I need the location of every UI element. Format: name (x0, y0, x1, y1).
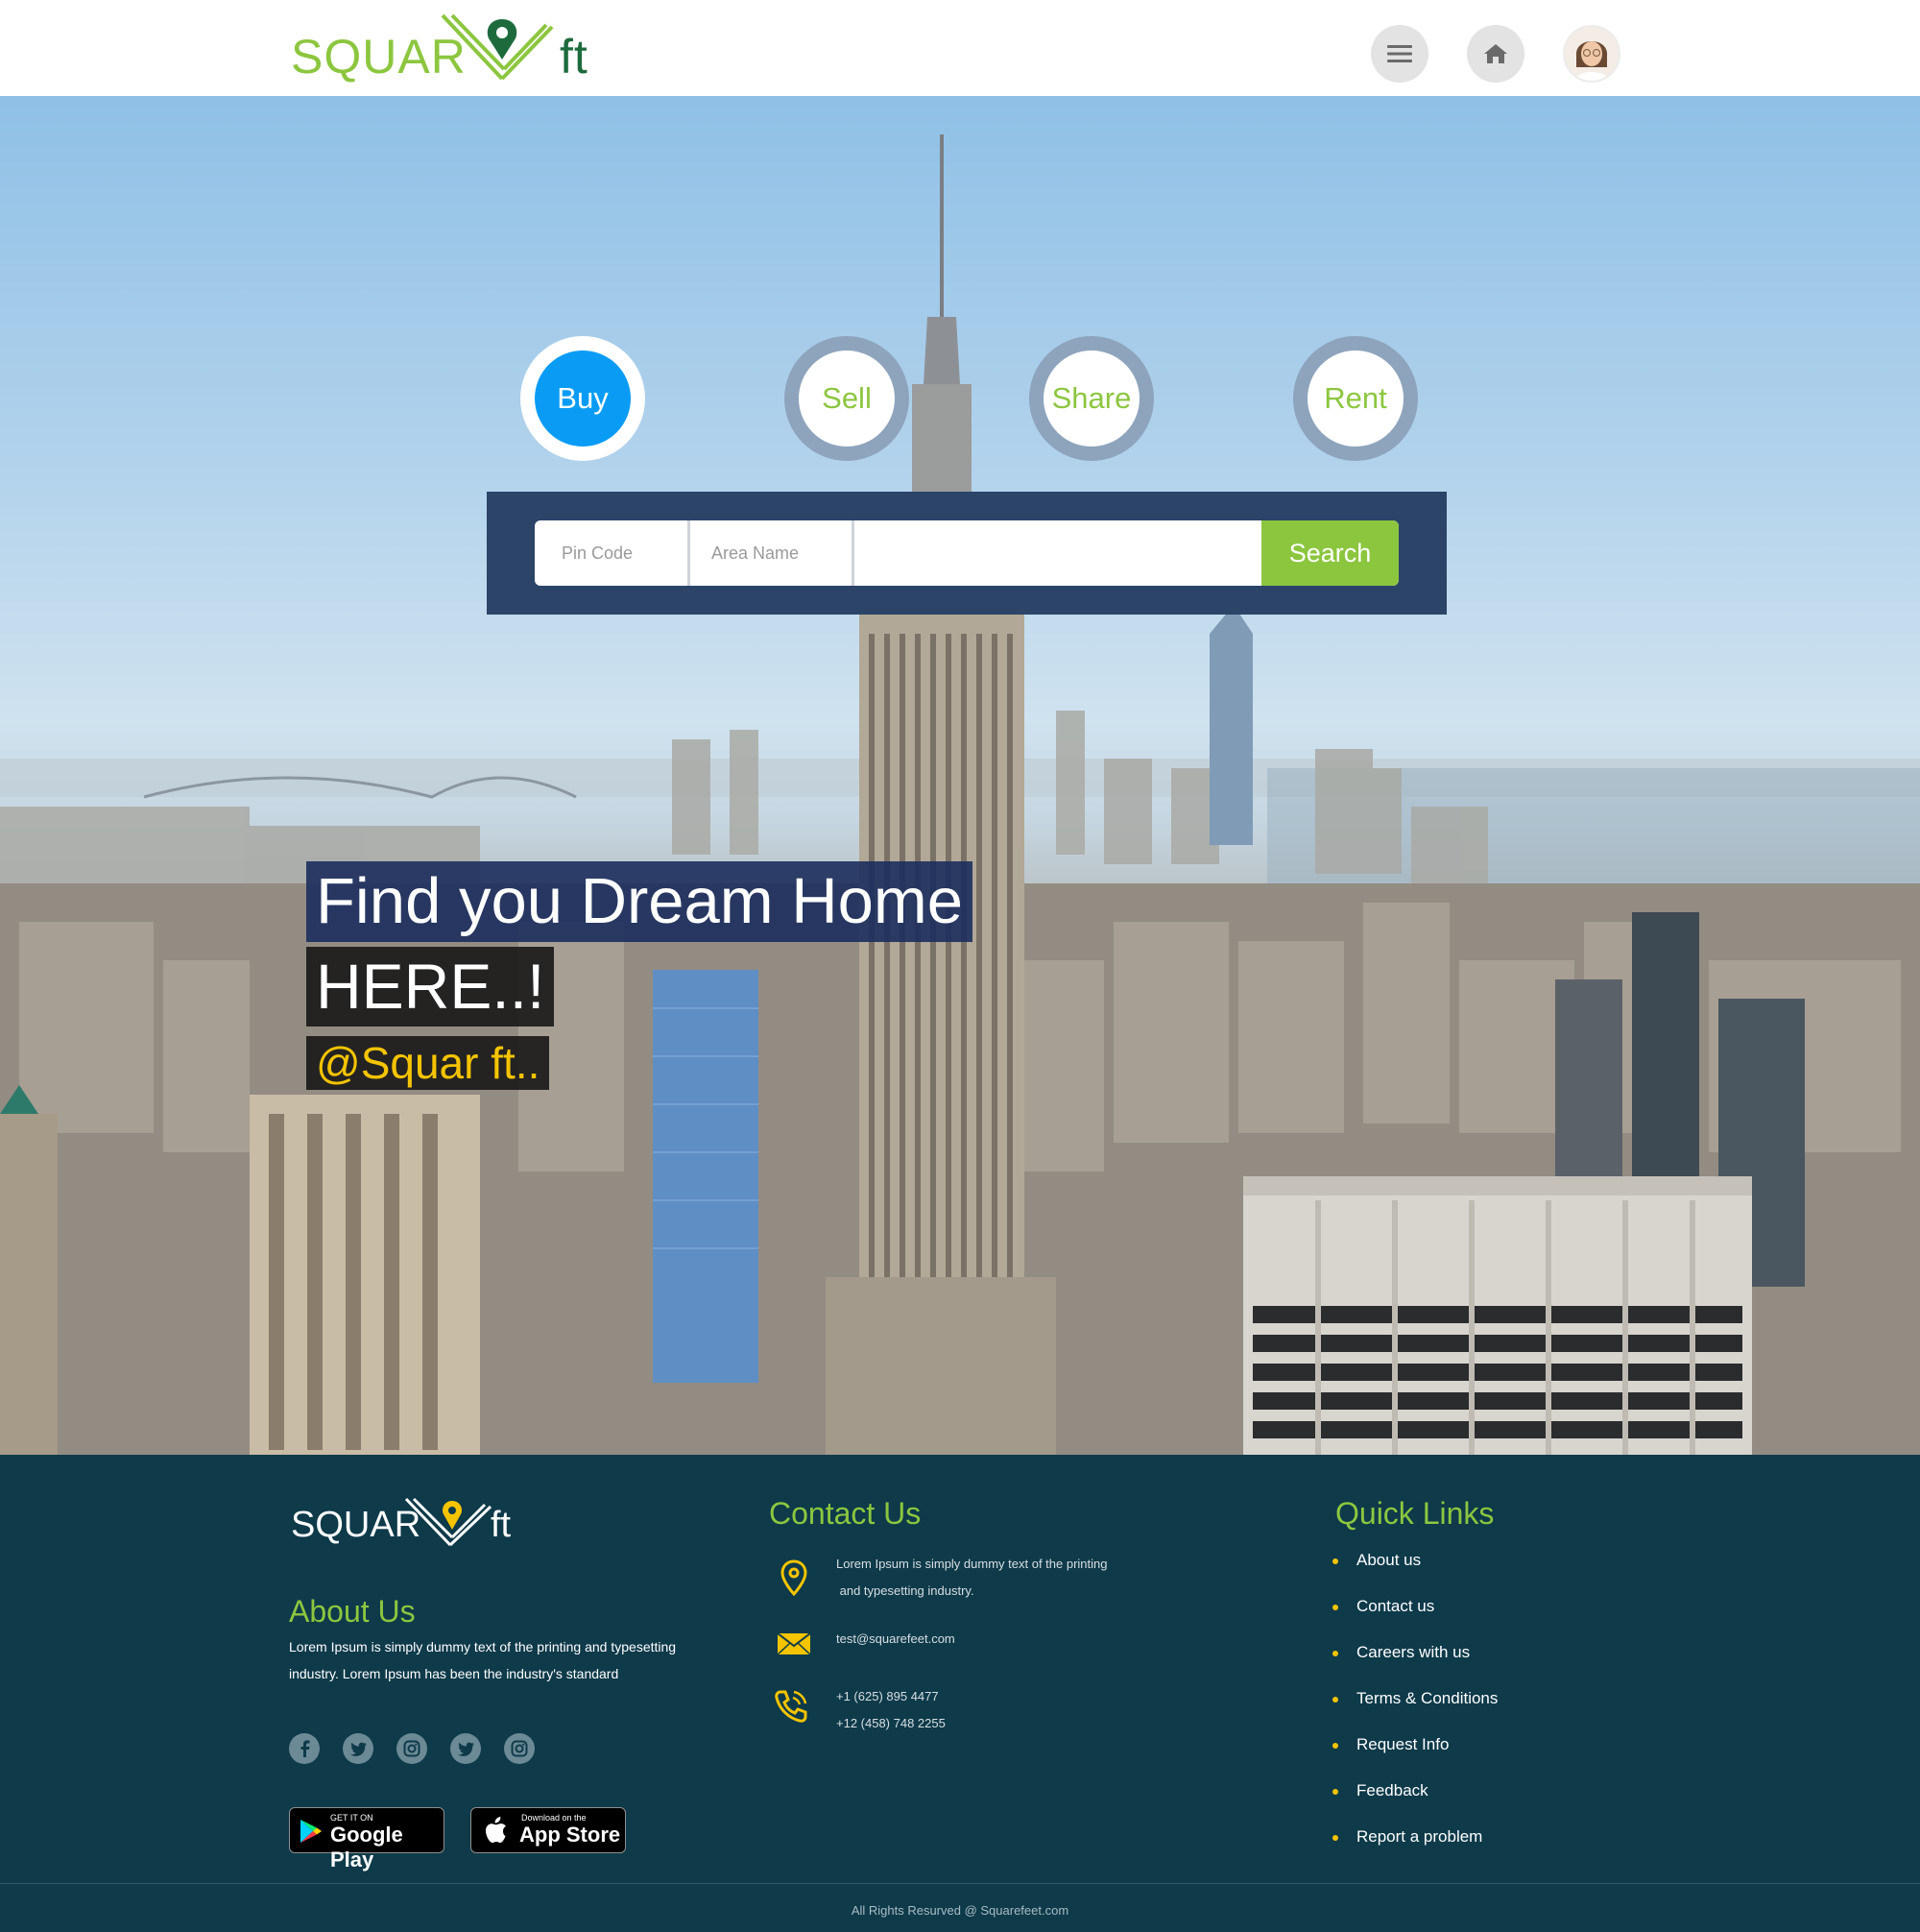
quick-link-label: Report a problem (1356, 1827, 1483, 1846)
bullet-icon (1332, 1697, 1338, 1703)
tab-rent-label: Rent (1324, 381, 1387, 415)
contact-phone-1[interactable]: +1 (625) 895 4477 (836, 1683, 939, 1710)
quick-link-report-problem[interactable]: Report a problem (1332, 1827, 1483, 1847)
bullet-icon (1332, 1835, 1338, 1841)
quick-link-label: Terms & Conditions (1356, 1689, 1499, 1707)
phone-icon (775, 1690, 807, 1723)
about-text-line1: Lorem Ipsum is simply dummy text of the … (289, 1639, 677, 1654)
menu-icon (1387, 45, 1412, 62)
quick-link-label: Feedback (1356, 1781, 1428, 1799)
quick-link-label: Contact us (1356, 1597, 1435, 1615)
email-icon (778, 1633, 810, 1654)
google-play-big-text: Google Play (330, 1823, 403, 1872)
bullet-icon (1332, 1743, 1338, 1749)
quick-link-label: Request Info (1356, 1735, 1450, 1753)
copyright-text: All Rights Resurved @ Squarefeet.com (851, 1903, 1069, 1918)
logo-pin-icon (441, 13, 554, 81)
avatar-image (1565, 27, 1619, 81)
footer-logo-text-left: SQUAR (291, 1505, 421, 1545)
hero-headline: Find you Dream Home (306, 861, 972, 942)
city-skyline-image (0, 134, 1920, 1455)
quick-link-feedback[interactable]: Feedback (1332, 1781, 1428, 1800)
quick-link-label: About us (1356, 1551, 1422, 1569)
area-name-input[interactable] (690, 520, 854, 586)
bullet-icon (1332, 1651, 1338, 1656)
twitter-icon[interactable] (450, 1733, 481, 1764)
google-play-button[interactable]: GET IT ON Google Play (289, 1807, 444, 1872)
quick-link-about[interactable]: About us (1332, 1551, 1422, 1570)
search-query-input[interactable] (854, 520, 1261, 586)
facebook-icon[interactable] (289, 1733, 320, 1764)
quick-links-title: Quick Links (1335, 1496, 1495, 1531)
hero-brand-tag: @Squar ft.. (306, 1036, 550, 1090)
contact-address-line1: Lorem Ipsum is simply dummy text of the … (836, 1557, 1108, 1571)
quick-link-careers[interactable]: Careers with us (1332, 1643, 1471, 1662)
site-footer: SQUAR ft About Us Lorem Ipsum is simply … (0, 1455, 1920, 1932)
quick-link-contact[interactable]: Contact us (1332, 1597, 1435, 1616)
quick-link-label: Careers with us (1356, 1643, 1471, 1661)
location-pin-icon (780, 1559, 807, 1596)
footer-divider (0, 1883, 1920, 1884)
contact-address-line2: and typesetting industry. (836, 1583, 974, 1598)
site-logo[interactable]: SQUAR ft (291, 12, 598, 88)
app-store-big-text: App Store (519, 1823, 621, 1847)
app-store-small-text: Download on the (521, 1813, 587, 1823)
footer-logo[interactable]: SQUAR ft (291, 1495, 521, 1553)
tab-share[interactable]: Share (1029, 336, 1154, 461)
search-bar: Search (535, 520, 1399, 586)
about-text-line2: industry. Lorem Ipsum has been the indus… (289, 1666, 619, 1681)
contact-title: Contact Us (769, 1496, 922, 1531)
google-play-small-text: GET IT ON (330, 1813, 373, 1823)
about-title: About Us (289, 1594, 416, 1629)
quick-link-terms[interactable]: Terms & Conditions (1332, 1689, 1499, 1708)
instagram-icon[interactable] (504, 1733, 535, 1764)
google-play-icon (300, 1820, 322, 1843)
home-icon (1484, 44, 1507, 63)
footer-logo-text-right: ft (491, 1505, 512, 1545)
bullet-icon (1332, 1605, 1338, 1610)
footer-logo-pin-icon (404, 1497, 492, 1547)
tab-share-label: Share (1051, 381, 1132, 415)
tab-buy[interactable]: Buy (520, 336, 645, 461)
home-button[interactable] (1467, 25, 1524, 83)
tab-rent[interactable]: Rent (1293, 336, 1418, 461)
tab-sell[interactable]: Sell (784, 336, 909, 461)
app-store-button[interactable]: Download on the App Store (470, 1807, 626, 1853)
site-header: SQUAR ft (0, 0, 1920, 96)
bullet-icon (1332, 1558, 1338, 1564)
contact-email[interactable]: test@squarefeet.com (836, 1626, 955, 1653)
menu-button[interactable] (1371, 25, 1428, 83)
bullet-icon (1332, 1789, 1338, 1795)
tab-buy-label: Buy (557, 381, 609, 415)
contact-phone-2[interactable]: +12 (458) 748 2255 (836, 1710, 946, 1737)
search-panel: Search (487, 492, 1447, 615)
logo-text-right: ft (560, 30, 588, 84)
user-avatar[interactable] (1563, 25, 1620, 83)
hero-subline: HERE..! (306, 947, 555, 1026)
search-button[interactable]: Search (1261, 520, 1399, 586)
instagram-icon[interactable] (396, 1733, 427, 1764)
pin-code-input[interactable] (535, 520, 690, 586)
twitter-icon[interactable] (343, 1733, 373, 1764)
tab-sell-label: Sell (822, 381, 872, 415)
hero-section: Buy Sell Share Rent Search Find you Drea… (0, 96, 1920, 1455)
quick-link-request-info[interactable]: Request Info (1332, 1735, 1450, 1754)
apple-icon (486, 1817, 506, 1843)
